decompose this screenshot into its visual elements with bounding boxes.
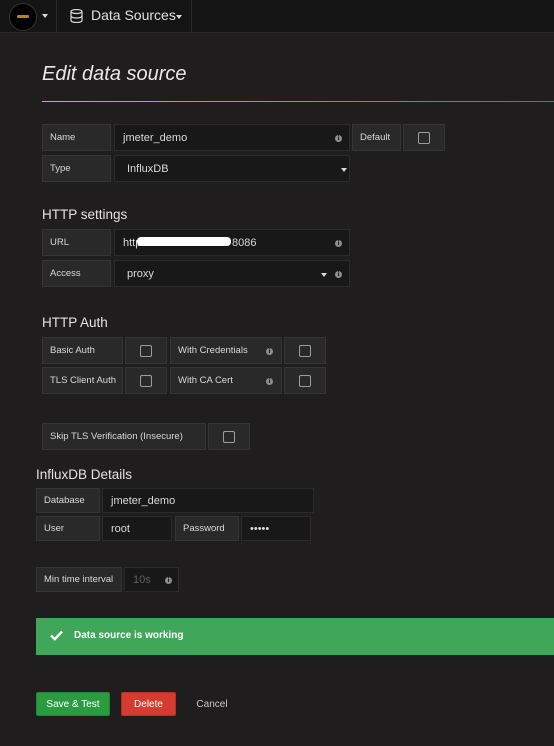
grafana-logo-icon: [9, 3, 37, 31]
info-icon: i: [266, 378, 273, 385]
access-select[interactable]: proxy i: [114, 260, 350, 287]
user-value: root: [111, 522, 130, 535]
top-navbar: Data Sources: [0, 0, 554, 33]
user-input[interactable]: root: [102, 516, 172, 541]
redacted-host: [137, 237, 231, 246]
chevron-down-icon: [321, 273, 327, 277]
type-value: InfluxDB: [127, 162, 169, 175]
with-credentials-checkbox[interactable]: [284, 337, 326, 364]
with-ca-cert-text: With CA Cert: [178, 375, 233, 386]
with-ca-cert-checkbox[interactable]: [284, 367, 326, 394]
default-label: Default: [352, 124, 401, 151]
checkbox-box: [140, 374, 152, 387]
database-input[interactable]: jmeter_demo: [102, 488, 314, 513]
type-label: Type: [42, 155, 111, 182]
min-interval-input[interactable]: 10s i: [124, 567, 179, 592]
password-input[interactable]: •••••: [241, 516, 311, 541]
grafana-menu-button[interactable]: [0, 0, 57, 32]
with-credentials-text: With Credentials: [178, 345, 248, 356]
breadcrumb-title: Data Sources: [91, 7, 176, 23]
skip-tls-checkbox[interactable]: [208, 423, 250, 450]
checkbox-box: [140, 344, 152, 357]
name-label: Name: [42, 124, 111, 151]
basic-auth-label: Basic Auth: [42, 337, 123, 364]
min-interval-placeholder: 10s: [133, 573, 151, 586]
url-label: URL: [42, 229, 111, 256]
password-value: •••••: [250, 522, 270, 535]
name-value: jmeter_demo: [123, 131, 188, 144]
info-icon: i: [266, 348, 273, 355]
tls-client-auth-label: TLS Client Auth: [42, 367, 123, 394]
checkbox-box: [299, 374, 311, 387]
checkbox-box: [223, 430, 235, 443]
title-divider: [42, 101, 554, 102]
influxdb-details-title: InfluxDB Details: [36, 467, 133, 482]
info-icon: i: [335, 135, 342, 142]
success-message: Data source is working: [74, 630, 184, 641]
password-label: Password: [175, 516, 239, 541]
skip-tls-label: Skip TLS Verification (Insecure): [42, 423, 206, 450]
tls-client-auth-checkbox[interactable]: [125, 367, 167, 394]
chevron-down-icon: [341, 168, 347, 172]
access-label: Access: [42, 260, 111, 287]
type-select[interactable]: InfluxDB: [114, 155, 350, 182]
cancel-link[interactable]: Cancel: [190, 692, 234, 716]
with-ca-cert-label: With CA Cert i: [170, 367, 282, 394]
data-sources-breadcrumb[interactable]: Data Sources: [57, 0, 192, 32]
http-settings-title: HTTP settings: [42, 207, 128, 222]
info-icon: i: [165, 577, 172, 584]
delete-button[interactable]: Delete: [121, 692, 176, 716]
database-value: jmeter_demo: [111, 494, 176, 507]
checkbox-box: [299, 344, 311, 357]
default-checkbox[interactable]: [403, 124, 445, 151]
database-icon: [70, 9, 83, 23]
url-port: 8086: [232, 237, 257, 249]
info-icon: i: [335, 240, 342, 247]
page-title: Edit data source: [42, 63, 187, 85]
access-value: proxy: [127, 267, 154, 280]
http-auth-title: HTTP Auth: [42, 315, 108, 330]
checkbox-box: [418, 131, 430, 144]
save-test-button[interactable]: Save & Test: [36, 692, 110, 716]
url-input[interactable]: http:// 8086 i: [114, 229, 350, 256]
min-interval-label: Min time interval: [36, 567, 122, 592]
with-credentials-label: With Credentials i: [170, 337, 282, 364]
name-input[interactable]: jmeter_demo i: [114, 124, 350, 151]
check-icon: [50, 630, 63, 641]
success-alert: Data source is working: [36, 618, 554, 655]
basic-auth-checkbox[interactable]: [125, 337, 167, 364]
user-label: User: [36, 516, 100, 541]
chevron-down-icon: [176, 15, 182, 19]
chevron-down-icon: [42, 14, 48, 18]
database-label: Database: [36, 488, 100, 513]
info-icon: i: [335, 271, 342, 278]
